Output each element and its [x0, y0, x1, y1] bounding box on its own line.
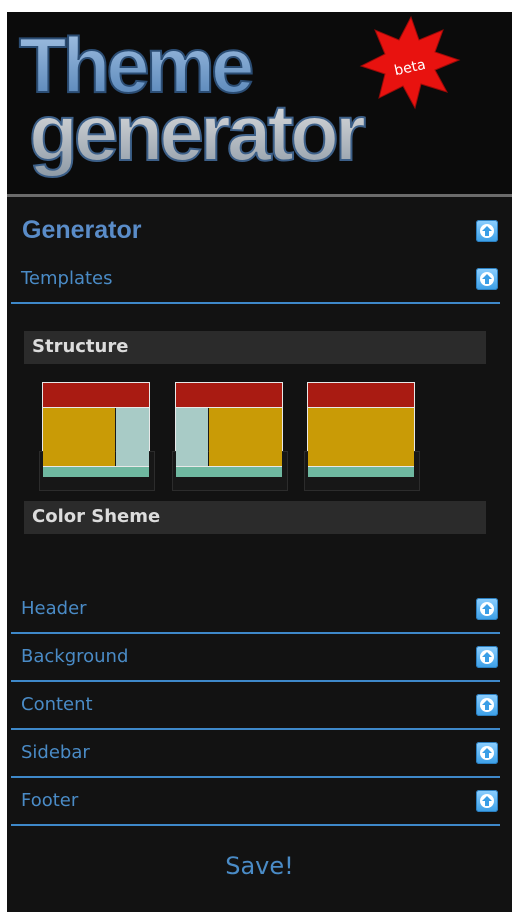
section-sidebar[interactable]: Sidebar — [11, 730, 500, 778]
arrow-up-icon — [480, 794, 494, 808]
generator-title: Generator — [22, 216, 142, 244]
layout-main-block — [308, 408, 414, 466]
arrow-up-icon — [480, 698, 494, 712]
logo: Theme generator beta — [7, 12, 512, 194]
layout-sidebar-block — [116, 408, 149, 466]
header-collapse-button[interactable] — [476, 598, 498, 620]
sidebar-collapse-button[interactable] — [476, 742, 498, 764]
background-collapse-button[interactable] — [476, 646, 498, 668]
logo-graphic: Theme generator beta — [18, 15, 461, 178]
color-scheme-label: Color Sheme — [32, 506, 161, 527]
footer-collapse-button[interactable] — [476, 790, 498, 812]
content-collapse-button[interactable] — [476, 694, 498, 716]
section-templates[interactable]: Templates — [11, 256, 500, 304]
section-header-label: Header — [21, 598, 87, 619]
section-header[interactable]: Header — [11, 586, 500, 634]
section-background-label: Background — [21, 646, 129, 667]
layout-header-block — [308, 383, 414, 408]
layout-footer-block — [176, 466, 282, 477]
structure-label: Structure — [32, 336, 129, 357]
section-sidebar-label: Sidebar — [21, 742, 90, 763]
layout-footer-block — [43, 466, 149, 477]
arrow-up-icon — [480, 272, 494, 286]
layout-thumb-main-right-sidebar[interactable] — [39, 382, 155, 491]
section-templates-label: Templates — [21, 268, 113, 289]
structure-header: Structure — [24, 331, 486, 364]
layout-main-block — [43, 408, 115, 466]
section-footer-label: Footer — [21, 790, 79, 811]
section-background[interactable]: Background — [11, 634, 500, 682]
color-scheme-header: Color Sheme — [24, 501, 486, 534]
arrow-up-icon — [480, 602, 494, 616]
arrow-up-icon — [480, 650, 494, 664]
layout-main-block — [209, 408, 282, 466]
templates-collapse-button[interactable] — [476, 268, 498, 290]
theme-generator-panel: Theme generator beta Generator Templates… — [7, 12, 512, 912]
layout-thumb-full-width[interactable] — [304, 382, 420, 491]
section-content[interactable]: Content — [11, 682, 500, 730]
layout-footer-block — [308, 466, 414, 477]
logo-line2: generator — [29, 88, 365, 177]
arrow-up-icon — [480, 746, 494, 760]
starburst-badge-icon: beta — [359, 15, 461, 110]
layout-thumb-left-sidebar-main[interactable] — [172, 382, 288, 491]
layout-sidebar-block — [176, 408, 208, 466]
logo-divider — [7, 194, 512, 197]
section-footer[interactable]: Footer — [11, 778, 500, 826]
layout-header-block — [43, 383, 149, 408]
generator-collapse-button[interactable] — [476, 220, 498, 242]
layout-header-block — [176, 383, 282, 408]
arrow-up-icon — [480, 224, 494, 238]
section-content-label: Content — [21, 694, 93, 715]
save-button[interactable]: Save! — [7, 852, 512, 880]
